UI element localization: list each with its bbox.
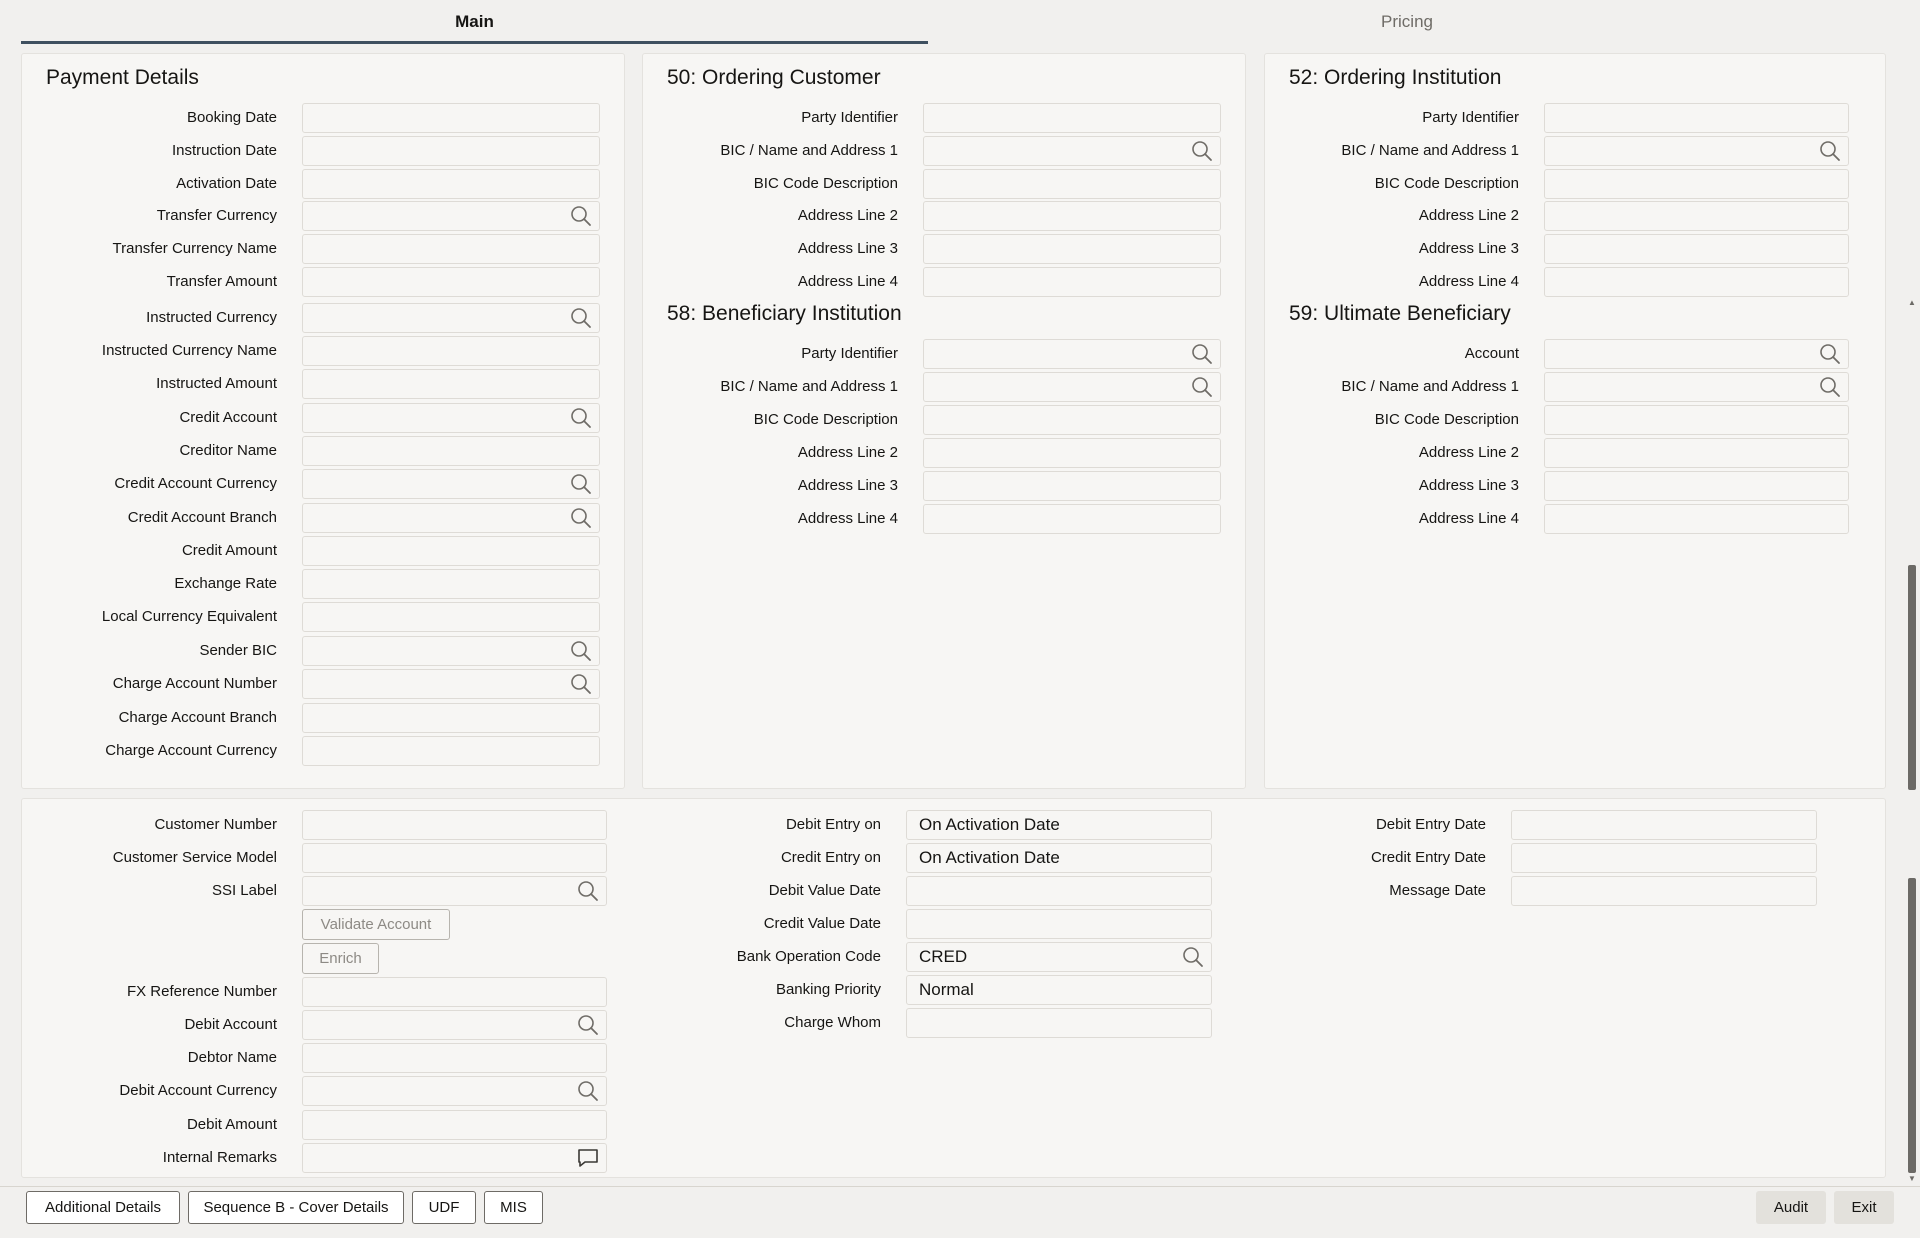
entry-credit-value-date-input[interactable] [906,909,1212,939]
ultimate-beneficiary-bic-name-and-address-1-input[interactable] [1544,372,1849,402]
ultimate-beneficiary-bic-code-description-input[interactable] [1544,405,1849,435]
ultimate-beneficiary-address-line-4-input[interactable] [1544,504,1849,534]
payment-instructed-currency-input[interactable] [302,303,600,333]
payment-exchange-rate-label: Exchange Rate [174,575,277,592]
search-icon[interactable] [570,673,592,695]
debit-debtor-name-input[interactable] [302,1043,607,1073]
ordering-institution-bic-code-description-label: BIC Code Description [1374,175,1519,192]
payment-credit-amount-label: Credit Amount [181,542,277,559]
ordering-institution-address-line-2-label: Address Line 2 [1418,207,1519,224]
ultimate-beneficiary-account-label: Account [1464,345,1519,362]
scrollbar-thumb-lower[interactable] [1908,878,1916,1173]
payment-sender-bic-input[interactable] [302,636,600,666]
search-icon[interactable] [570,640,592,662]
date-message-date-input[interactable] [1511,876,1817,906]
payment-local-currency-equivalent-label: Local Currency Equivalent [101,608,277,625]
beneficiary-institution-title: 58: Beneficiary Institution [667,302,902,325]
entry-banking-priority-input[interactable]: Normal [906,975,1212,1005]
debit-debit-account-currency-input[interactable] [302,1076,607,1106]
udf-button[interactable]: UDF [412,1191,476,1224]
ordering-institution-title: 52: Ordering Institution [1289,66,1502,89]
payment-credit-amount-input[interactable] [302,536,600,566]
scroll-down-icon[interactable]: ▼ [1908,1174,1916,1183]
payment-charge-account-number-input[interactable] [302,669,600,699]
debit-debit-amount-input[interactable] [302,1110,607,1140]
payment-charge-account-branch-input[interactable] [302,703,600,733]
date-debit-entry-date-input[interactable] [1511,810,1817,840]
search-icon[interactable] [577,1080,599,1102]
ultimate-beneficiary-address-line-2-input[interactable] [1544,438,1849,468]
ultimate-beneficiary-title: 59: Ultimate Beneficiary [1289,302,1511,325]
debit-debit-amount-label: Debit Amount [186,1116,277,1133]
ultimate-beneficiary-bic-code-description-label: BIC Code Description [1374,411,1519,428]
debit-internal-remarks-input[interactable] [302,1143,607,1173]
sequence-b-cover-details-button[interactable]: Sequence B - Cover Details [188,1191,404,1224]
debit-debtor-name-label: Debtor Name [187,1049,277,1066]
ordering-institution-address-line-3-label: Address Line 3 [1418,240,1519,257]
ordering-institution-address-line-3-input[interactable] [1544,234,1849,264]
payment-local-currency-equivalent-input[interactable] [302,602,600,632]
payment-exchange-rate-input[interactable] [302,569,600,599]
ordering-institution-address-line-2-input[interactable] [1544,201,1849,231]
ordering-institution-party-identifier-label: Party Identifier [1422,109,1519,126]
date-credit-entry-date-input[interactable] [1511,843,1817,873]
entry-charge-whom-label: Charge Whom [784,1014,881,1031]
ordering-institution-address-line-4-label: Address Line 4 [1418,273,1519,290]
exit-button[interactable]: Exit [1834,1191,1894,1224]
payment-details-title: Payment Details [46,66,199,89]
ordering-institution-address-line-4-input[interactable] [1544,267,1849,297]
search-icon[interactable] [1819,140,1841,162]
scrollbar-thumb[interactable] [1908,565,1916,790]
ultimate-beneficiary-address-line-3-input[interactable] [1544,471,1849,501]
ultimate-beneficiary-bic-name-and-address-1-label: BIC / Name and Address 1 [1341,378,1519,395]
tab-main[interactable]: Main [21,0,928,44]
search-icon[interactable] [1182,946,1204,968]
validate-account-button[interactable]: Validate Account [302,909,450,940]
enrich-button[interactable]: Enrich [302,943,379,974]
entry-bank-operation-code-label: Bank Operation Code [736,948,881,965]
search-icon[interactable] [1819,376,1841,398]
debit-debit-account-currency-label: Debit Account Currency [119,1082,277,1099]
ultimate-beneficiary-account-input[interactable] [1544,339,1849,369]
ultimate-beneficiary-address-line-4-label: Address Line 4 [1418,510,1519,527]
tab-pricing[interactable]: Pricing [928,0,1886,44]
mis-button[interactable]: MIS [484,1191,543,1224]
ordering-institution-bic-name-and-address-1-input[interactable] [1544,136,1849,166]
entry-bank-operation-code-input[interactable]: CRED [906,942,1212,972]
payment-charge-account-number-label: Charge Account Number [112,675,277,692]
additional-details-button[interactable]: Additional Details [26,1191,180,1224]
search-icon[interactable] [1819,343,1841,365]
audit-button[interactable]: Audit [1756,1191,1826,1224]
ordering-institution-party-identifier-input[interactable] [1544,103,1849,133]
ultimate-beneficiary-address-line-3-label: Address Line 3 [1418,477,1519,494]
payment-charge-account-currency-label: Charge Account Currency [105,742,277,759]
ordering-institution-bic-name-and-address-1-label: BIC / Name and Address 1 [1341,142,1519,159]
entry-banking-priority-label: Banking Priority [775,981,881,998]
date-message-date-label: Message Date [1389,882,1486,899]
tab-bar: Main Pricing [21,0,1886,44]
search-icon[interactable] [570,307,592,329]
date-credit-entry-date-label: Credit Entry Date [1370,849,1486,866]
date-debit-entry-date-label: Debit Entry Date [1375,816,1486,833]
entry-charge-whom-input[interactable] [906,1008,1212,1038]
ordering-customer-title: 50: Ordering Customer [667,66,881,89]
payment-charge-account-currency-input[interactable] [302,736,600,766]
comment-icon[interactable] [577,1147,599,1169]
payment-instructed-currency-label: Instructed Currency [146,309,277,326]
payment-charge-account-branch-label: Charge Account Branch [118,709,277,726]
debit-internal-remarks-label: Internal Remarks [162,1149,277,1166]
ultimate-beneficiary-address-line-2-label: Address Line 2 [1418,444,1519,461]
payment-sender-bic-label: Sender BIC [199,642,277,659]
ordering-institution-bic-code-description-input[interactable] [1544,169,1849,199]
scroll-up-icon[interactable]: ▲ [1908,298,1916,307]
